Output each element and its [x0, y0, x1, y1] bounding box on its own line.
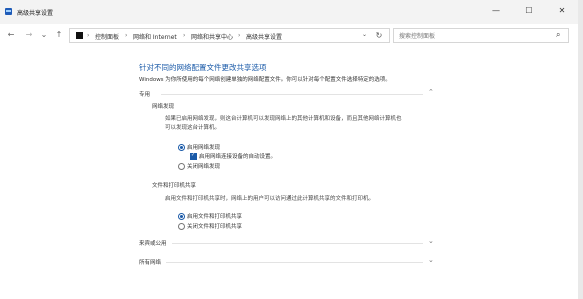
file-sharing-label: 文件和打印机共享 [152, 183, 197, 189]
network-discovery-on-label[interactable]: 启用网络发现 [187, 143, 220, 151]
file-sharing-off-label[interactable]: 关闭文件和打印机共享 [187, 222, 242, 230]
chevron-up-icon[interactable]: ⌃ [428, 88, 434, 96]
section-private-header[interactable]: 专用 [139, 90, 150, 98]
refresh-button[interactable]: ↻ [373, 28, 385, 43]
minimize-button[interactable]: — [484, 3, 508, 19]
auto-setup-checkbox[interactable] [190, 152, 197, 160]
breadcrumb-separator: › [238, 32, 241, 39]
network-discovery-label: 网络发现 [152, 104, 175, 110]
title-bar: 高级共享设置 — ☐ ✕ [0, 0, 583, 24]
search-box[interactable]: ⌕ [393, 28, 569, 43]
file-sharing-off-radio[interactable] [178, 223, 185, 230]
network-discovery-off-label[interactable]: 关闭网络发现 [187, 162, 220, 170]
breadcrumb-separator: › [125, 32, 128, 39]
breadcrumb-separator: › [87, 32, 90, 39]
location-icon [76, 32, 83, 39]
back-button[interactable]: ← [5, 29, 17, 41]
chevron-down-icon[interactable]: ⌄ [428, 237, 434, 245]
breadcrumb-network-sharing-center[interactable]: 网络和共享中心 [191, 32, 233, 41]
breadcrumb-separator: › [183, 32, 186, 39]
description-line: 如果已启用网络发现，则这台计算机可以发现网络上的其他计算机和设备，而且其他网络计… [165, 116, 402, 122]
file-sharing-description: 启用文件和打印机共享时，网络上的用户可以访问通过此计算机共享的文件和打印机。 [165, 196, 375, 202]
page-title: 针对不同的网络配置文件更改共享选项 [139, 63, 267, 72]
breadcrumb-advanced-sharing[interactable]: 高级共享设置 [246, 32, 282, 41]
page-description: Windows 为你所使用的每个网络创建单独的网络配置文件。你可以针对每个配置文… [139, 77, 391, 83]
section-divider [161, 94, 423, 95]
maximize-button[interactable]: ☐ [517, 3, 541, 19]
forward-button[interactable]: → [23, 29, 35, 41]
advanced-sharing-window: 高级共享设置 — ☐ ✕ ← → ⌄ ↑ › 控制面板 › 网络和 Intern… [0, 0, 583, 299]
chevron-down-icon[interactable]: ⌄ [428, 256, 434, 264]
section-divider [166, 262, 423, 263]
auto-setup-label[interactable]: 启用网络连接设备的自动设置。 [199, 152, 276, 160]
breadcrumb-control-panel[interactable]: 控制面板 [95, 32, 119, 41]
control-panel-icon [5, 8, 12, 15]
recent-locations-button[interactable]: ⌄ [38, 29, 50, 41]
search-icon[interactable]: ⌕ [556, 30, 560, 40]
breadcrumb-network-internet[interactable]: 网络和 Internet [133, 32, 177, 41]
window-edge [578, 0, 583, 299]
network-discovery-off-radio[interactable] [178, 163, 185, 170]
network-discovery-description: 如果已启用网络发现，则这台计算机可以发现网络上的其他计算机和设备，而且其他网络计… [165, 115, 445, 133]
file-sharing-on-label[interactable]: 启用文件和打印机共享 [187, 212, 242, 220]
network-discovery-on-radio[interactable] [178, 144, 185, 151]
window-title: 高级共享设置 [17, 10, 54, 17]
close-button[interactable]: ✕ [550, 3, 574, 19]
description-line: 可以发现这台计算机。 [165, 125, 221, 131]
up-button[interactable]: ↑ [53, 29, 65, 41]
section-all-networks-header[interactable]: 所有网络 [139, 258, 161, 266]
file-sharing-on-radio[interactable] [178, 213, 185, 220]
section-divider [172, 243, 423, 244]
address-dropdown-icon[interactable]: ⌄ [362, 31, 367, 38]
search-input[interactable] [399, 31, 549, 41]
address-bar[interactable]: › 控制面板 › 网络和 Internet › 网络和共享中心 › 高级共享设置… [69, 28, 390, 43]
section-guest-header[interactable]: 来宾或公用 [139, 239, 167, 247]
